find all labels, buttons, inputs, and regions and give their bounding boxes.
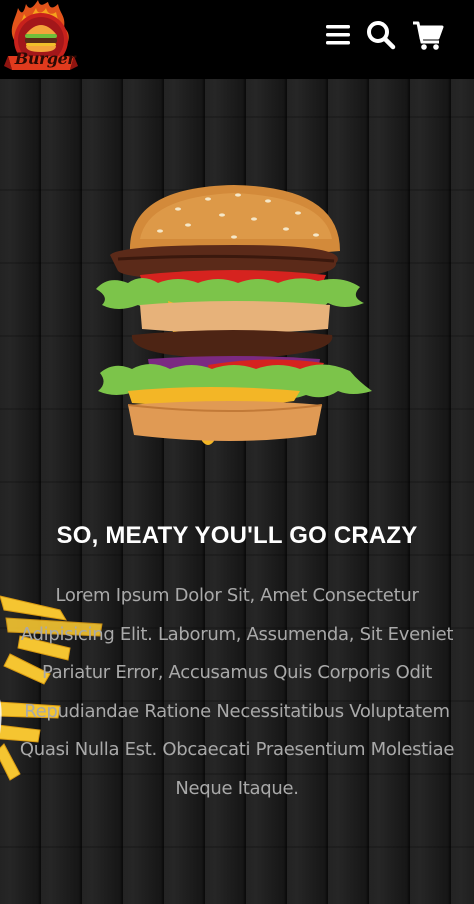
burger-image: [96, 185, 372, 445]
logo[interactable]: Burger: [4, 0, 78, 79]
cart-icon[interactable]: [411, 18, 445, 52]
logo-text: Burger: [14, 49, 76, 68]
hero-description: Lorem Ipsum Dolor Sit, Amet Consectetur …: [19, 585, 455, 799]
hero-section: SO, MEATY YOU'LL GO CRAZY Lorem Ipsum Do…: [0, 79, 474, 904]
menu-icon[interactable]: [322, 18, 356, 52]
site-header: Burger: [0, 0, 474, 79]
search-icon[interactable]: [364, 18, 398, 52]
hero-title: SO, MEATY YOU'LL GO CRAZY: [56, 522, 418, 549]
